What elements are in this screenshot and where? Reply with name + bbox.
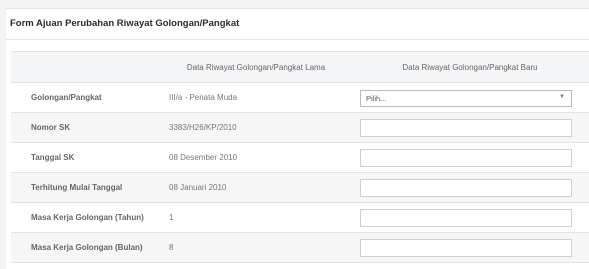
tanggal-sk-input[interactable] <box>360 149 572 167</box>
row-label: Masa Kerja Golongan (Tahun) <box>31 213 144 222</box>
table-row-nomor-sk: Nomor SK 3383/H26/KP/2010 <box>11 113 589 143</box>
table-row-golongan: Golongan/Pangkat III/a - Penata Muda Pil… <box>11 83 589 113</box>
table-row-masa-kerja-tahun: Masa Kerja Golongan (Tahun) 1 <box>11 203 589 233</box>
row-label: Golongan/Pangkat <box>31 93 102 102</box>
masa-kerja-bulan-input[interactable] <box>360 239 572 257</box>
old-value: 08 Desember 2010 <box>169 153 238 162</box>
select-placeholder: Pilih... <box>366 94 387 103</box>
form-table: Data Riwayat Golongan/Pangkat Lama Data … <box>11 51 589 263</box>
header-old-data: Data Riwayat Golongan/Pangkat Lama <box>186 62 326 72</box>
form-panel: Form Ajuan Perubahan Riwayat Golongan/Pa… <box>6 8 589 269</box>
nomor-sk-input[interactable] <box>360 119 572 137</box>
chevron-down-icon: ▼ <box>559 94 565 100</box>
old-value: 8 <box>169 243 174 252</box>
form-title: Form Ajuan Perubahan Riwayat Golongan/Pa… <box>6 9 589 40</box>
old-value: III/a - Penata Muda <box>169 93 238 102</box>
old-value: 08 Januari 2010 <box>169 183 227 192</box>
row-label: Tanggal SK <box>31 153 75 162</box>
header-new-data: Data Riwayat Golongan/Pangkat Baru <box>402 62 538 72</box>
old-value: 3383/H26/KP/2010 <box>169 123 237 132</box>
table-row-tanggal-sk: Tanggal SK 08 Desember 2010 <box>11 143 589 173</box>
table-header: Data Riwayat Golongan/Pangkat Lama Data … <box>11 51 589 83</box>
header-empty-cell <box>31 52 171 82</box>
old-value: 1 <box>169 213 174 222</box>
tmt-input[interactable] <box>360 179 572 197</box>
row-label: Nomor SK <box>31 123 71 132</box>
row-label: Masa Kerja Golongan (Bulan) <box>31 243 143 252</box>
row-label: Terhitung Mulai Tanggal <box>31 183 123 192</box>
golongan-select[interactable]: Pilih... ▼ <box>360 90 572 107</box>
masa-kerja-tahun-input[interactable] <box>360 209 572 227</box>
table-row-masa-kerja-bulan: Masa Kerja Golongan (Bulan) 8 <box>11 233 589 263</box>
table-row-tmt: Terhitung Mulai Tanggal 08 Januari 2010 <box>11 173 589 203</box>
